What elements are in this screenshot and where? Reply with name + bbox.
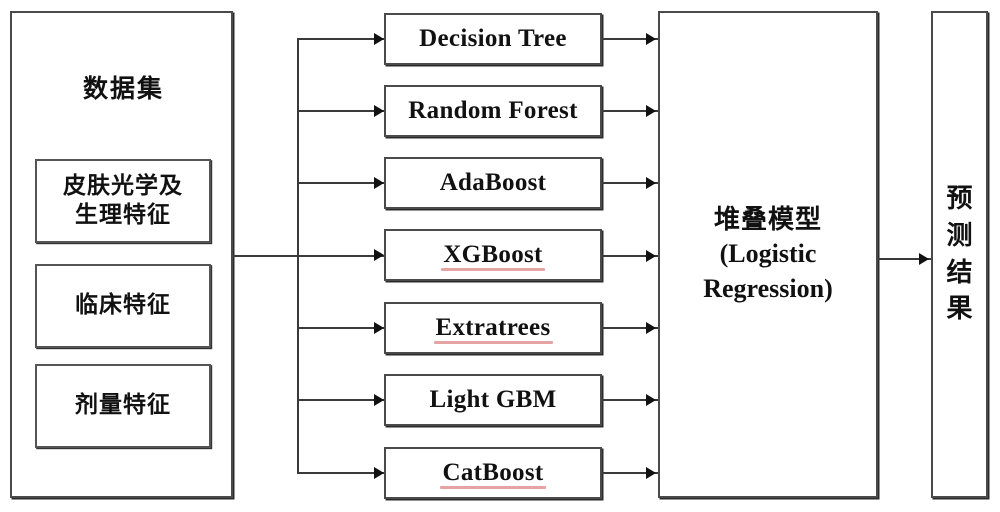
stacking-model-subtitle-line2: Regression)	[703, 273, 833, 303]
feature-label: 剂量特征	[75, 392, 171, 419]
prediction-char-0: 预	[946, 183, 973, 214]
branch-line-catboost	[297, 472, 386, 474]
feature-box-dose: 剂量特征	[35, 364, 211, 448]
arrowhead-decision-tree	[374, 33, 384, 45]
model-box-random-forest[interactable]: Random Forest	[384, 85, 602, 137]
stacking-model-text: 堆叠模型 (Logistic Regression)	[703, 203, 833, 306]
arrowhead-prediction	[919, 253, 929, 265]
model-box-xgboost[interactable]: XGBoost	[384, 229, 602, 281]
feature-label: 皮肤光学及 生理特征	[63, 172, 183, 231]
prediction-result-label: 预 测 结 果	[946, 181, 972, 329]
branch-line-random-forest	[297, 110, 386, 112]
feature-box-clinical: 临床特征	[35, 264, 211, 348]
prediction-result-box[interactable]: 预 测 结 果	[931, 11, 988, 498]
branch-line-extratrees	[297, 327, 386, 329]
arrowhead-xgboost	[374, 249, 384, 261]
prediction-char-3: 果	[946, 294, 973, 325]
dataset-trunk-line	[233, 255, 386, 257]
diagram-canvas: 数据集 皮肤光学及 生理特征 临床特征 剂量特征 Decision Tree R…	[0, 0, 1000, 512]
model-box-light-gbm[interactable]: Light GBM	[384, 374, 602, 426]
arrowhead-stack-catboost	[646, 467, 656, 479]
stacking-model-subtitle-line1: (Logistic	[719, 239, 817, 269]
feature-box-skin-optical-physiological: 皮肤光学及 生理特征	[35, 159, 211, 243]
distribution-bus-line	[297, 38, 299, 474]
arrowhead-stack-decision-tree	[646, 33, 656, 45]
arrowhead-random-forest	[374, 105, 384, 117]
arrowhead-stack-light-gbm	[646, 394, 656, 406]
prediction-char-1: 测	[946, 220, 973, 251]
arrowhead-extratrees	[374, 322, 384, 334]
model-box-extratrees[interactable]: Extratrees	[384, 302, 602, 354]
branch-line-adaboost	[297, 182, 386, 184]
model-box-adaboost[interactable]: AdaBoost	[384, 157, 602, 209]
model-label: Random Forest	[408, 97, 578, 124]
arrowhead-stack-xgboost	[646, 250, 656, 262]
model-label: XGBoost	[441, 241, 546, 271]
model-label: Extratrees	[433, 314, 553, 344]
arrowhead-stack-extratrees	[646, 322, 656, 334]
arrowhead-catboost	[374, 467, 384, 479]
dataset-panel: 数据集 皮肤光学及 生理特征 临床特征 剂量特征	[10, 11, 233, 498]
arrowhead-stack-adaboost	[646, 177, 656, 189]
feature-label: 临床特征	[75, 292, 171, 319]
branch-line-decision-tree	[297, 38, 386, 40]
feature-label-line1: 皮肤光学及	[63, 172, 183, 199]
branch-line-light-gbm	[297, 399, 386, 401]
model-label: Decision Tree	[419, 25, 567, 52]
model-box-decision-tree[interactable]: Decision Tree	[384, 13, 602, 65]
model-box-catboost[interactable]: CatBoost	[384, 447, 602, 499]
prediction-char-2: 结	[946, 257, 973, 288]
stacking-model-title: 堆叠模型	[713, 205, 822, 236]
arrowhead-light-gbm	[374, 394, 384, 406]
stacking-model-box[interactable]: 堆叠模型 (Logistic Regression)	[658, 11, 878, 498]
arrowhead-adaboost	[374, 177, 384, 189]
dataset-title: 数据集	[82, 74, 164, 103]
model-label: CatBoost	[440, 459, 546, 489]
feature-label-line2: 生理特征	[75, 202, 171, 228]
model-label: Light GBM	[429, 386, 557, 413]
model-label: AdaBoost	[439, 169, 547, 196]
arrowhead-stack-random-forest	[646, 105, 656, 117]
